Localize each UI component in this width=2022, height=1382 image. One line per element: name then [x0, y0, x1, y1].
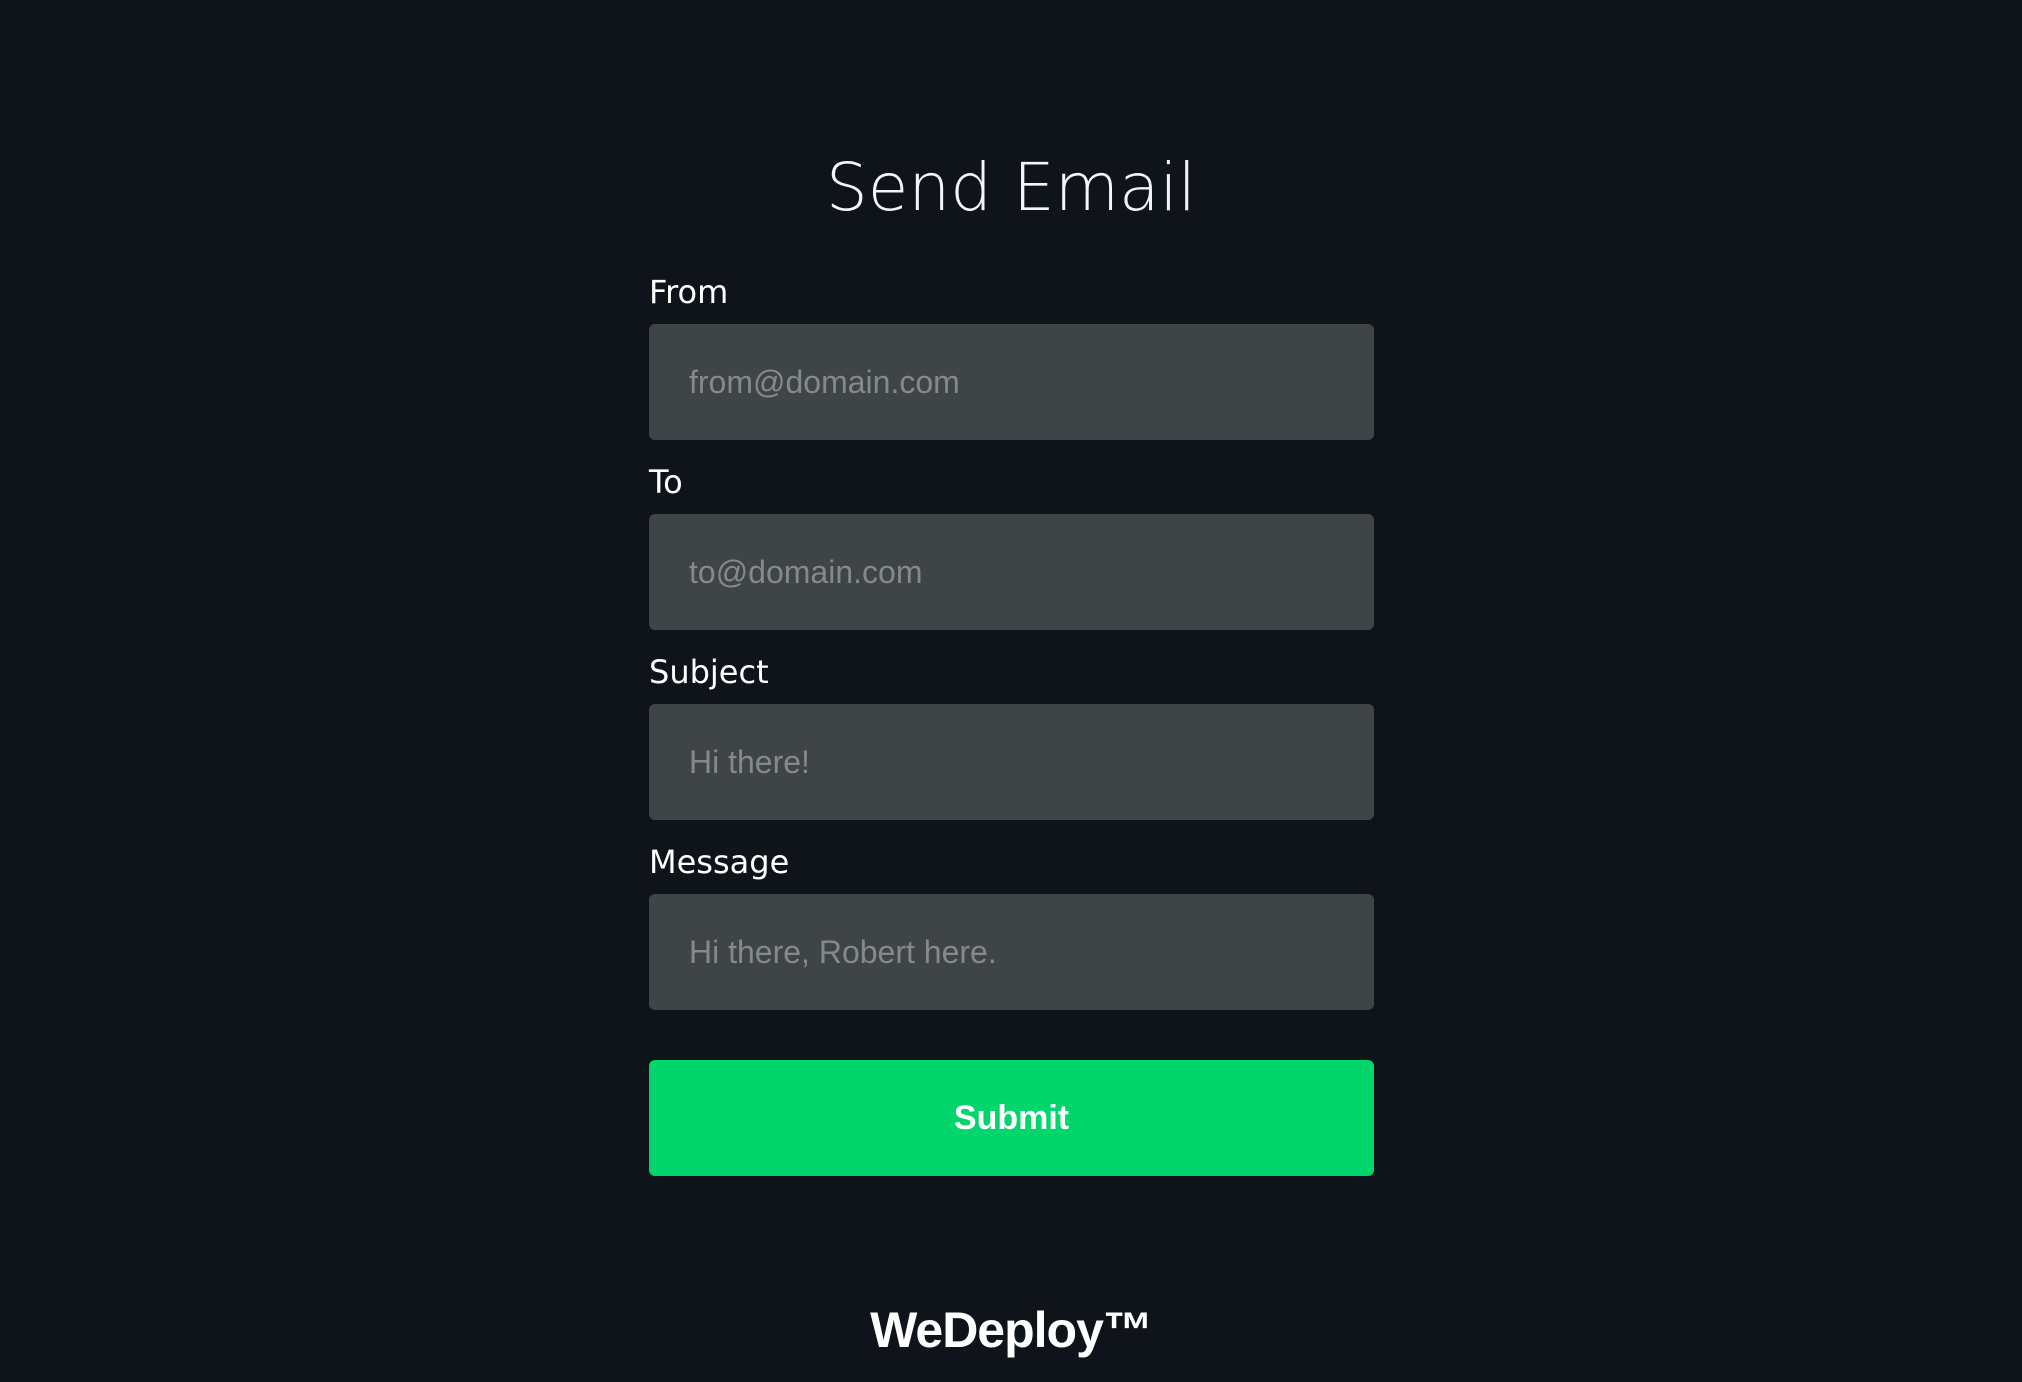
wedeploy-logo: WeDeploy™	[870, 1302, 1153, 1358]
page-title: Send Email	[825, 149, 1197, 226]
to-label: To	[649, 463, 683, 501]
message-label: Message	[649, 843, 790, 881]
from-label: From	[649, 273, 729, 311]
from-input[interactable]	[649, 324, 1374, 440]
message-input[interactable]	[649, 894, 1374, 1010]
submit-button[interactable]: Submit	[649, 1060, 1374, 1176]
subject-label: Subject	[649, 653, 769, 691]
send-email-page: Send Email From To Subject Message Submi…	[0, 0, 2022, 1382]
subject-input[interactable]	[649, 704, 1374, 820]
to-input[interactable]	[649, 514, 1374, 630]
